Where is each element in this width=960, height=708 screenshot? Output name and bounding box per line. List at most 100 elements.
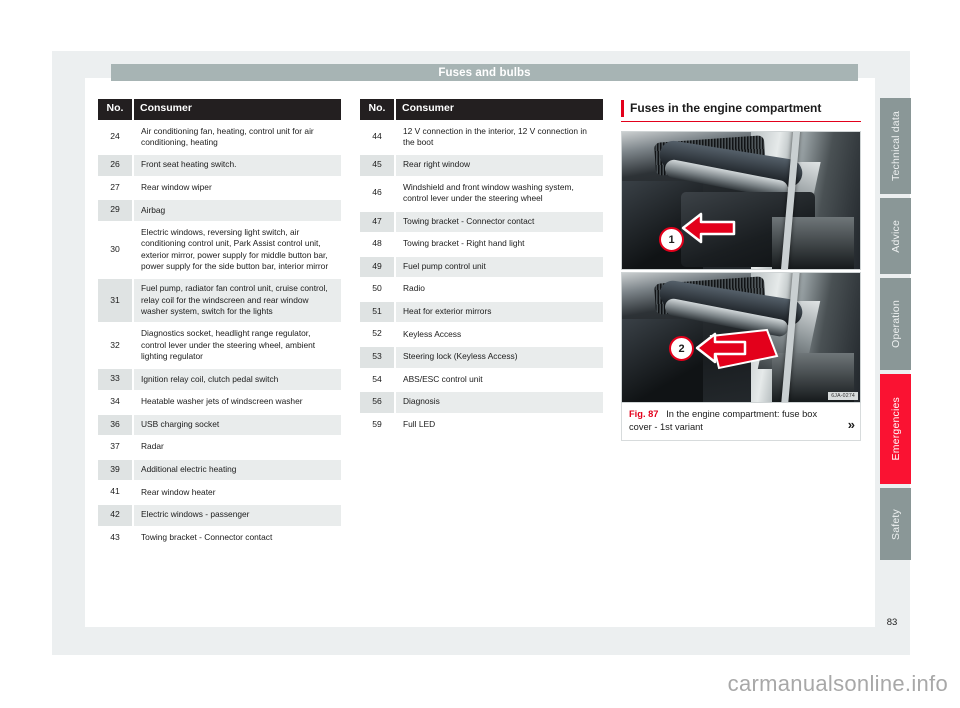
photo-reference-code: 6JA-0274 <box>828 392 858 400</box>
table-row: 56 Diagnosis <box>360 391 603 415</box>
fuse-consumer: Heatable washer jets of windscreen washe… <box>133 391 341 415</box>
chapter-tab-label: Advice <box>889 219 902 253</box>
fuse-consumer: Fuel pump, radiator fan control unit, cr… <box>133 278 341 325</box>
red-arrow-2-icon <box>695 332 747 364</box>
site-watermark: carmanualsonline.info <box>727 671 948 696</box>
fuse-number: 45 <box>360 154 396 178</box>
chapter-tab-label: Safety <box>889 508 902 540</box>
fuse-number: 34 <box>98 391 134 415</box>
fuse-number: 31 <box>98 278 134 325</box>
fuse-consumer: Towing bracket - Right hand light <box>395 233 603 257</box>
fuse-table-left: No. Consumer 24 Air conditioning fan, hea… <box>98 99 341 551</box>
table-row: 44 12 V connection in the interior, 12 V … <box>360 120 603 156</box>
fuse-number: 41 <box>98 481 134 505</box>
fuse-consumer: Steering lock (Keyless Access) <box>395 346 603 370</box>
fuse-consumer: Electric windows - passenger <box>133 504 341 528</box>
table-row: 53 Steering lock (Keyless Access) <box>360 346 603 370</box>
fuse-consumer: Additional electric heating <box>133 458 341 483</box>
chapter-tab-label: Operation <box>889 300 902 348</box>
fuse-consumer: Electric windows, reversing light switch… <box>133 222 341 280</box>
chapter-tab-label: Emergencies <box>889 397 902 461</box>
fuse-number: 56 <box>360 391 396 415</box>
fuse-number: 53 <box>360 346 396 370</box>
fuse-number: 36 <box>98 413 134 438</box>
fuse-number: 33 <box>98 368 134 393</box>
column-header-consumer: Consumer <box>133 99 341 122</box>
fuse-consumer: Towing bracket - Connector contact <box>395 210 603 235</box>
fuse-number: 54 <box>360 368 396 393</box>
table-header-row: No. Consumer <box>98 99 341 122</box>
figure-caption-text: In the engine compartment: fuse box cove… <box>629 409 818 432</box>
fuse-number: 43 <box>98 526 134 551</box>
table-row: 26 Front seat heating switch. <box>98 154 341 178</box>
red-arrow-1-icon <box>681 212 736 244</box>
fuse-consumer: Airbag <box>133 199 341 223</box>
fuse-consumer: Rear window wiper <box>133 176 341 201</box>
chapter-tab-safety[interactable]: Safety <box>880 488 911 560</box>
fuse-consumer: 12 V connection in the interior, 12 V co… <box>395 120 603 156</box>
fuse-table-middle-body: 44 12 V connection in the interior, 12 V … <box>360 120 603 438</box>
column-header-no: No. <box>360 99 396 122</box>
table-row: 51 Heat for exterior mirrors <box>360 300 603 325</box>
fuse-table-middle: No. Consumer 44 12 V connection in the in… <box>360 99 603 438</box>
column-header-no: No. <box>98 99 134 122</box>
table-row: 46 Windshield and front window washing sy… <box>360 176 603 212</box>
fuse-number: 44 <box>360 120 396 156</box>
callout-marker-1: 1 <box>659 227 684 252</box>
chapter-tab-technical-data[interactable]: Technical data <box>880 98 911 194</box>
fuse-consumer: Rear right window <box>395 154 603 178</box>
chapter-tab-advice[interactable]: Advice <box>880 198 911 274</box>
fuse-number: 29 <box>98 199 134 223</box>
section-column: Fuses in the engine compartment 1 2 6JA-… <box>621 99 861 441</box>
table-row: 32 Diagnostics socket, headlight range re… <box>98 323 341 370</box>
fuse-number: 26 <box>98 154 134 178</box>
fuse-table-left-column: No. Consumer 24 Air conditioning fan, hea… <box>98 99 341 551</box>
page-number: 83 <box>886 617 898 628</box>
table-row: 54 ABS/ESC control unit <box>360 368 603 393</box>
fuse-number: 37 <box>98 436 134 460</box>
chapter-tab-operation[interactable]: Operation <box>880 278 911 370</box>
table-row: 50 Radio <box>360 278 603 302</box>
fuse-consumer: Towing bracket - Connector contact <box>133 526 341 551</box>
table-row: 43 Towing bracket - Connector contact <box>98 526 341 551</box>
fuse-number: 51 <box>360 300 396 325</box>
fuse-consumer: Diagnostics socket, headlight range regu… <box>133 323 341 370</box>
table-row: 37 Radar <box>98 436 341 460</box>
figure-number: Fig. 87 <box>629 409 659 419</box>
chapter-tab-emergencies[interactable]: Emergencies <box>880 374 911 484</box>
fuse-consumer: Front seat heating switch. <box>133 154 341 178</box>
table-row: 30 Electric windows, reversing light swit… <box>98 222 341 280</box>
fuse-number: 32 <box>98 323 134 370</box>
table-row: 49 Fuel pump control unit <box>360 255 603 280</box>
fuse-number: 47 <box>360 210 396 235</box>
fuse-number: 24 <box>98 120 134 156</box>
table-row: 36 USB charging socket <box>98 413 341 438</box>
table-row: 24 Air conditioning fan, heating, control… <box>98 120 341 156</box>
fuse-consumer: Rear window heater <box>133 481 341 505</box>
table-row: 34 Heatable washer jets of windscreen was… <box>98 391 341 415</box>
table-row: 52 Keyless Access <box>360 323 603 348</box>
fuse-number: 50 <box>360 278 396 302</box>
fuse-table-middle-column: No. Consumer 44 12 V connection in the in… <box>360 99 603 438</box>
callout-marker-2: 2 <box>669 336 694 361</box>
fuse-number: 30 <box>98 222 134 280</box>
fuse-consumer: ABS/ESC control unit <box>395 368 603 393</box>
table-row: 39 Additional electric heating <box>98 458 341 483</box>
fuse-number: 39 <box>98 458 134 483</box>
table-row: 47 Towing bracket - Connector contact <box>360 210 603 235</box>
table-row: 48 Towing bracket - Right hand light <box>360 233 603 257</box>
fuse-consumer: Radio <box>395 278 603 302</box>
table-row: 31 Fuel pump, radiator fan control unit, … <box>98 278 341 325</box>
engine-compartment-photo-2: 2 6JA-0274 <box>621 272 861 403</box>
photo-engine-area <box>621 319 703 403</box>
fuse-number: 46 <box>360 176 396 212</box>
fuse-number: 48 <box>360 233 396 257</box>
running-head: Fuses and bulbs <box>111 64 858 81</box>
table-row: 41 Rear window heater <box>98 481 341 505</box>
fuse-consumer: Full LED <box>395 413 603 438</box>
figure-caption: Fig. 87 In the engine compartment: fuse … <box>621 403 861 441</box>
fuse-consumer: Keyless Access <box>395 323 603 348</box>
table-row: 59 Full LED <box>360 413 603 438</box>
fuse-consumer: Air conditioning fan, heating, control u… <box>133 120 341 156</box>
engine-compartment-photo-1: 1 <box>621 131 861 270</box>
